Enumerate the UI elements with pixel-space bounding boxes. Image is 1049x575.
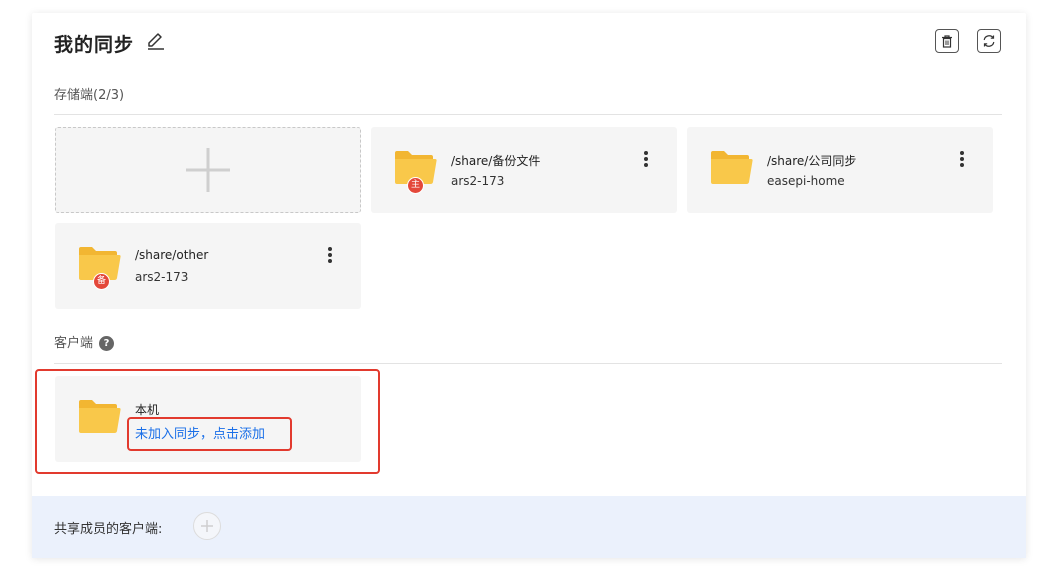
add-member-client-button[interactable] bbox=[193, 512, 221, 540]
storage-path: /share/公司同步 bbox=[767, 154, 857, 168]
more-options-icon[interactable] bbox=[325, 247, 335, 263]
plus-icon bbox=[201, 520, 213, 532]
help-icon[interactable]: ? bbox=[99, 336, 115, 351]
storage-card[interactable]: 备 /share/other ars2-173 bbox=[55, 223, 361, 309]
shared-members-label: 共享成员的客户端: bbox=[54, 522, 163, 537]
add-storage-button[interactable] bbox=[55, 127, 361, 213]
more-options-icon[interactable] bbox=[957, 151, 967, 167]
more-options-icon[interactable] bbox=[641, 151, 651, 167]
shared-members-footer: 共享成员的客户端: bbox=[32, 496, 1026, 558]
plus-icon bbox=[186, 148, 230, 192]
storage-device: ars2-173 bbox=[451, 174, 505, 188]
trash-icon bbox=[942, 34, 952, 48]
storage-divider bbox=[54, 114, 1002, 115]
client-label: 客户端 bbox=[54, 336, 94, 351]
storage-device: ars2-173 bbox=[135, 270, 189, 284]
client-section-label: 客户端? bbox=[54, 332, 115, 351]
storage-card[interactable]: /share/公司同步 easepi-home bbox=[687, 127, 993, 213]
sync-panel: 我的同步 存储端(2/3) 主 /share/备份文件 ars2-173 /sh… bbox=[32, 13, 1026, 558]
client-divider bbox=[54, 363, 1002, 364]
backup-badge: 备 bbox=[93, 273, 110, 290]
add-to-sync-link[interactable]: 未加入同步，点击添加 bbox=[135, 423, 265, 442]
storage-path: /share/other bbox=[135, 248, 209, 262]
edit-icon[interactable] bbox=[146, 31, 166, 51]
folder-icon bbox=[711, 151, 753, 184]
refresh-icon bbox=[983, 35, 995, 47]
storage-section-label: 存储端(2/3) bbox=[54, 88, 125, 103]
delete-button[interactable] bbox=[935, 29, 959, 53]
page-title: 我的同步 bbox=[54, 34, 135, 56]
primary-badge: 主 bbox=[407, 177, 424, 194]
storage-path: /share/备份文件 bbox=[451, 154, 541, 168]
refresh-button[interactable] bbox=[977, 29, 1001, 53]
storage-card[interactable]: 主 /share/备份文件 ars2-173 bbox=[371, 127, 677, 213]
storage-device: easepi-home bbox=[767, 174, 845, 188]
